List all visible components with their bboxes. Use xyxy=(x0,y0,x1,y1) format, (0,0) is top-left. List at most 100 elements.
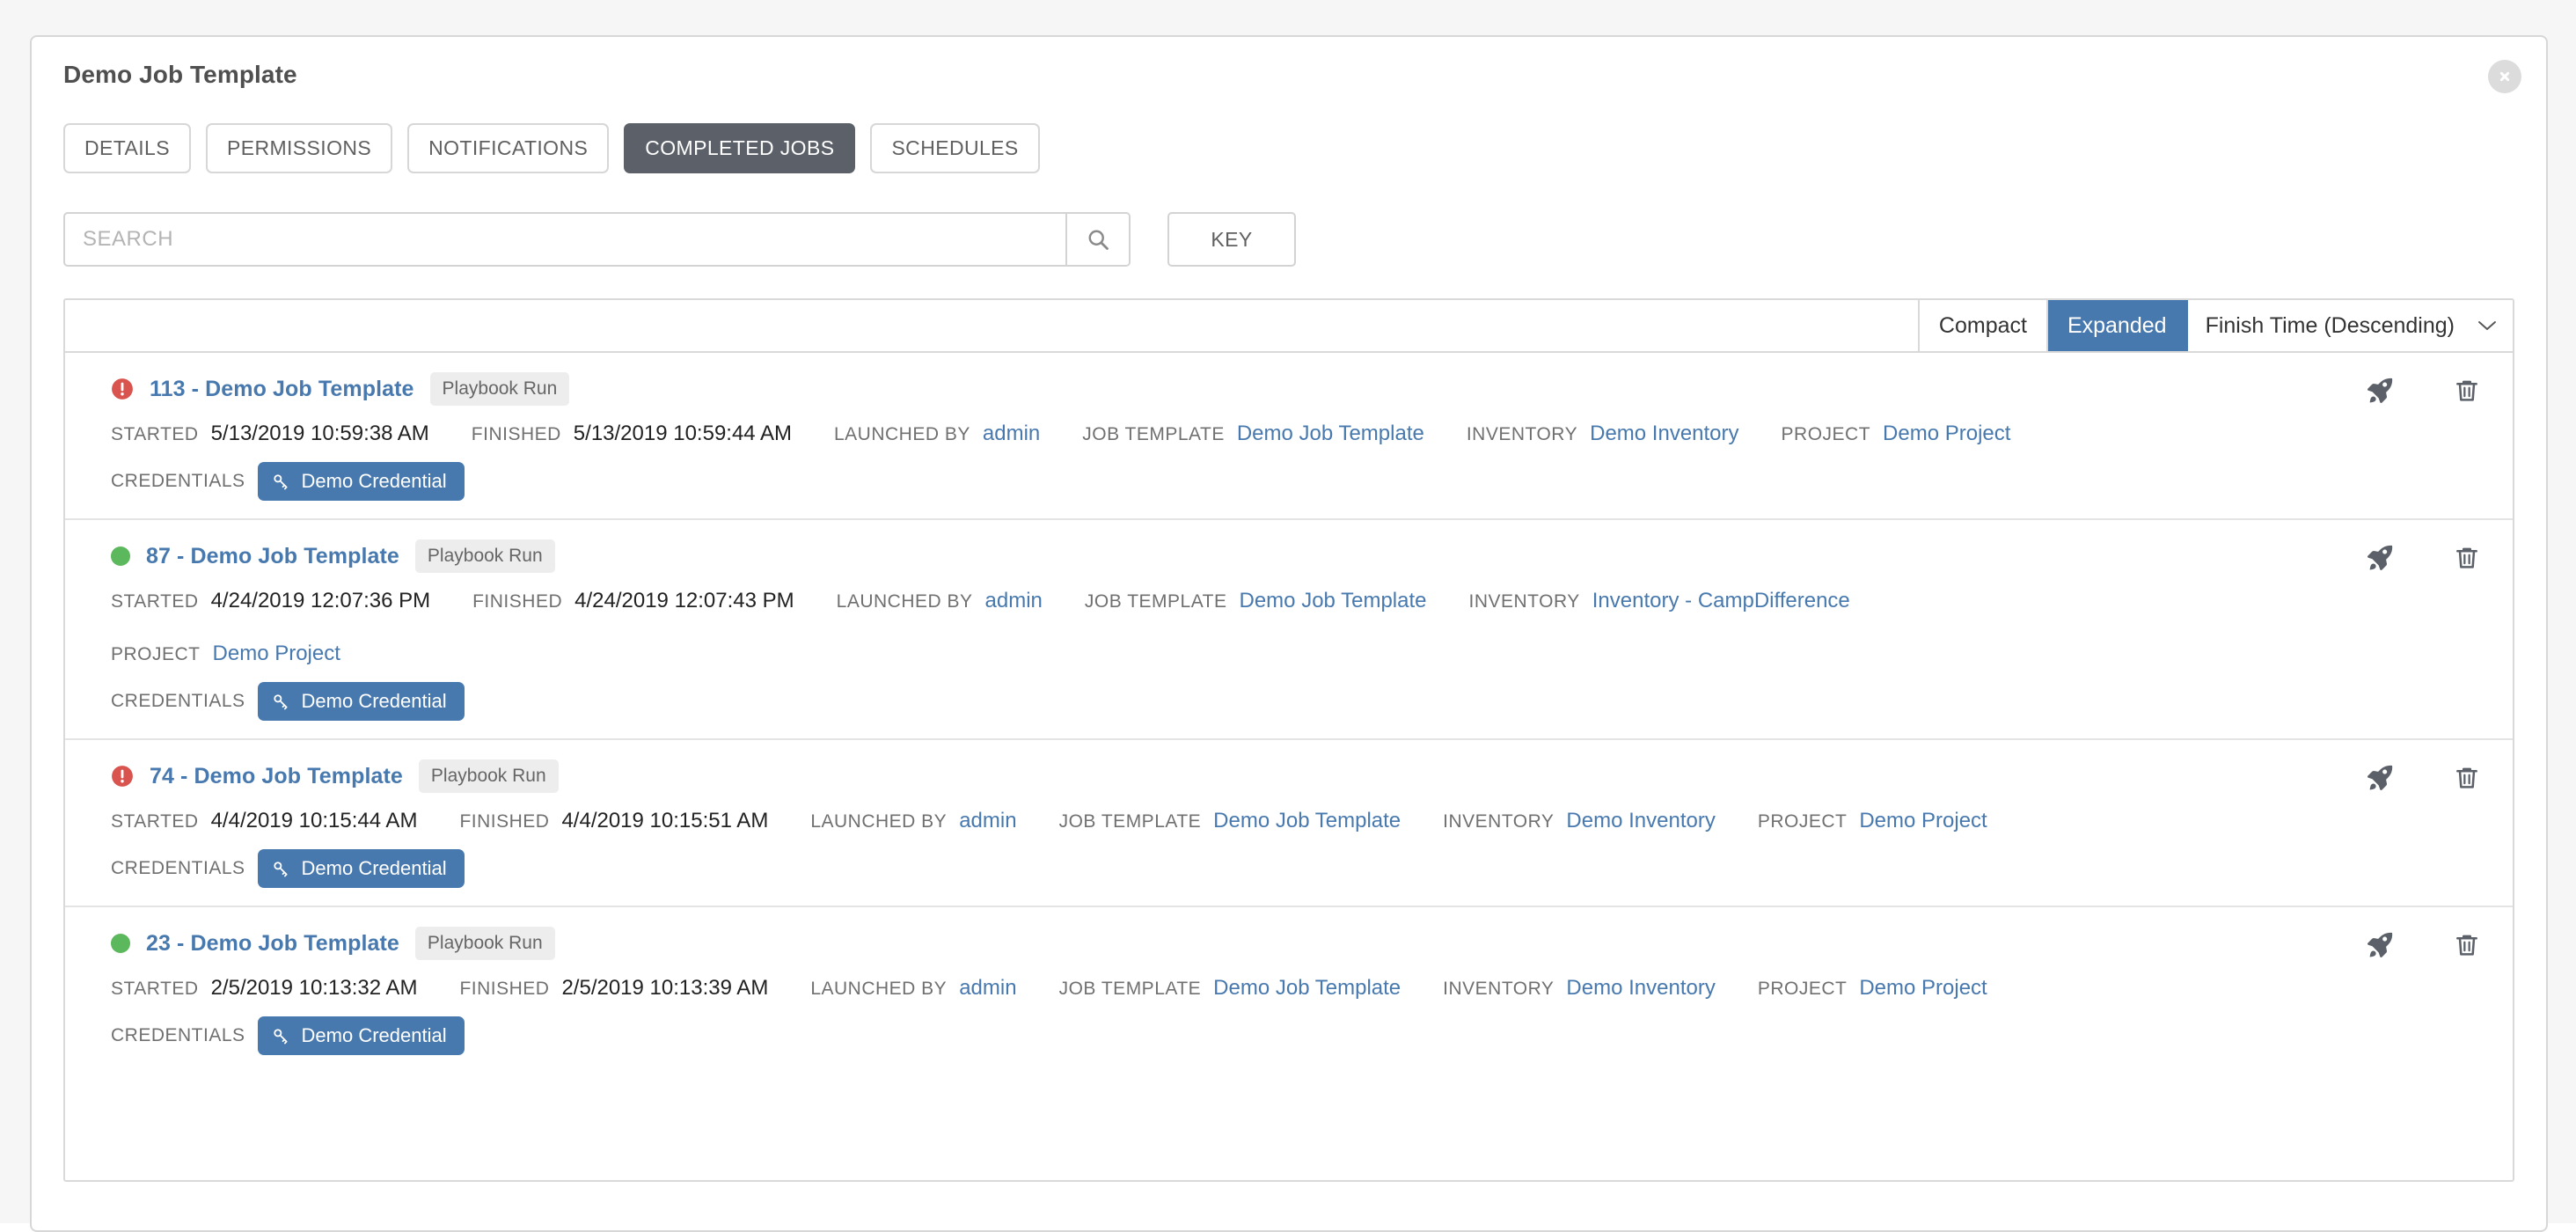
started-pair: STARTED5/13/2019 10:59:38 AM xyxy=(111,422,472,446)
trash-icon[interactable] xyxy=(2453,930,2481,960)
job-type-badge: Playbook Run xyxy=(415,927,555,960)
started-label: STARTED xyxy=(111,424,199,445)
search-input[interactable] xyxy=(65,214,1065,265)
trash-icon[interactable] xyxy=(2453,763,2481,793)
project-pair: PROJECTDemo Project xyxy=(1758,976,2030,1001)
launched-by-link[interactable]: admin xyxy=(985,589,1043,613)
launched-by-label: LAUNCHED BY xyxy=(837,591,973,612)
started-pair: STARTED 4/24/2019 12:07:36 PM xyxy=(111,589,472,613)
status-failed-icon xyxy=(111,765,134,788)
inventory-link[interactable]: Demo Inventory xyxy=(1590,422,1738,446)
job-type-badge: Playbook Run xyxy=(430,372,570,406)
inventory-pair: INVENTORY Demo Inventory xyxy=(1443,976,1758,1001)
finished-label: FINISHED xyxy=(459,811,549,832)
inventory-label: INVENTORY xyxy=(1443,979,1554,1000)
tab-permissions[interactable]: PERMISSIONS xyxy=(206,123,392,173)
sort-dropdown-label: Finish Time (Descending) xyxy=(2206,313,2455,339)
launched-by-link[interactable]: admin xyxy=(959,976,1016,1001)
rocket-icon[interactable] xyxy=(2365,376,2395,406)
job-template-pair: JOB TEMPLATEDemo Job Template xyxy=(1059,809,1444,833)
job-template-label: JOB TEMPLATE xyxy=(1059,979,1202,1000)
finished-label: FINISHED xyxy=(459,979,549,1000)
inventory-pair: INVENTORY Inventory - CampDifference xyxy=(1469,589,1892,613)
row-actions xyxy=(2365,763,2481,793)
launched-by-pair: LAUNCHED BY admin xyxy=(837,589,1085,613)
rocket-icon[interactable] xyxy=(2365,930,2395,960)
launched-by-link[interactable]: admin xyxy=(959,809,1016,833)
credential-badge-label: Demo Credential xyxy=(302,857,447,880)
job-template-link[interactable]: Demo Job Template xyxy=(1213,976,1401,1001)
sort-dropdown[interactable]: Finish Time (Descending) xyxy=(2188,300,2513,351)
key-icon xyxy=(272,1027,289,1045)
job-template-pair: JOB TEMPLATEDemo Job Template xyxy=(1082,422,1467,446)
tab-details[interactable]: DETAILS xyxy=(63,123,191,173)
project-link[interactable]: Demo Project xyxy=(1883,422,2010,446)
search-row: KEY xyxy=(63,212,2514,267)
rocket-icon[interactable] xyxy=(2365,543,2395,573)
tab-notifications[interactable]: NOTIFICATIONS xyxy=(407,123,609,173)
project-link[interactable]: Demo Project xyxy=(1859,809,1987,833)
close-icon[interactable] xyxy=(2488,60,2521,93)
launched-by-pair: LAUNCHED BYadmin xyxy=(810,976,1058,1001)
inventory-label: INVENTORY xyxy=(1467,424,1577,445)
credential-badge[interactable]: Demo Credential xyxy=(258,1016,465,1055)
credential-badge-label: Demo Credential xyxy=(302,470,447,493)
job-name-link[interactable]: 87 - Demo Job Template xyxy=(146,544,399,569)
job-template-link[interactable]: Demo Job Template xyxy=(1237,422,1424,446)
project-link[interactable]: Demo Project xyxy=(213,642,340,666)
tab-bar: DETAILS PERMISSIONS NOTIFICATIONS COMPLETED… xyxy=(63,123,2514,173)
started-label: STARTED xyxy=(111,811,199,832)
started-pair: STARTED2/5/2019 10:13:32 AM xyxy=(111,976,459,1001)
page-title: Demo Job Template xyxy=(63,60,2514,90)
inventory-link[interactable]: Inventory - CampDifference xyxy=(1592,589,1850,613)
inventory-link[interactable]: Demo Inventory xyxy=(1566,976,1715,1001)
key-button[interactable]: KEY xyxy=(1167,212,1296,267)
search-icon[interactable] xyxy=(1065,214,1129,265)
view-mode-compact[interactable]: Compact xyxy=(1920,300,2048,351)
started-label: STARTED xyxy=(111,591,199,612)
credential-badge[interactable]: Demo Credential xyxy=(258,462,465,501)
job-template-pair: JOB TEMPLATE Demo Job Template xyxy=(1059,976,1444,1001)
inventory-label: INVENTORY xyxy=(1469,591,1580,612)
launched-by-link[interactable]: admin xyxy=(983,422,1040,446)
started-value: 4/24/2019 12:07:36 PM xyxy=(211,589,431,613)
job-meta: STARTED5/13/2019 10:59:38 AMFINISHED5/13… xyxy=(65,422,2513,446)
started-value: 2/5/2019 10:13:32 AM xyxy=(211,976,418,1001)
search-field-group xyxy=(63,212,1131,267)
job-type-badge: Playbook Run xyxy=(419,759,559,793)
row-actions xyxy=(2365,376,2481,406)
job-row-header: 87 - Demo Job TemplatePlaybook Run xyxy=(65,539,2513,573)
tab-schedules[interactable]: SCHEDULES xyxy=(870,123,1039,173)
job-template-panel: Demo Job Template DETAILS PERMISSIONS NOTI… xyxy=(30,35,2548,1232)
job-template-link[interactable]: Demo Job Template xyxy=(1213,809,1401,833)
view-mode-expanded[interactable]: Expanded xyxy=(2048,300,2188,351)
tab-completed-jobs[interactable]: COMPLETED JOBS xyxy=(624,123,855,173)
status-successful-icon xyxy=(111,934,130,953)
job-row: 113 - Demo Job Template Playbook Run START… xyxy=(65,353,2513,520)
job-name-link[interactable]: 113 - Demo Job Template xyxy=(150,377,414,402)
job-name-link[interactable]: 74 - Demo Job Template xyxy=(150,764,403,789)
credentials-label: CREDENTIALS xyxy=(111,691,245,712)
inventory-link[interactable]: Demo Inventory xyxy=(1566,809,1715,833)
finished-pair: FINISHED4/24/2019 12:07:43 PM xyxy=(472,589,837,613)
credential-badge-label: Demo Credential xyxy=(302,1024,447,1047)
job-template-label: JOB TEMPLATE xyxy=(1085,591,1227,612)
inventory-pair: INVENTORY Demo Inventory xyxy=(1467,422,1782,446)
finished-value: 4/4/2019 10:15:51 AM xyxy=(561,809,768,833)
view-mode-toggle: Compact Expanded xyxy=(1918,300,2188,351)
rocket-icon[interactable] xyxy=(2365,763,2395,793)
job-template-link[interactable]: Demo Job Template xyxy=(1240,589,1427,613)
credential-badge[interactable]: Demo Credential xyxy=(258,682,465,721)
job-template-pair: JOB TEMPLATE Demo Job Template xyxy=(1085,589,1469,613)
project-label: PROJECT xyxy=(1758,811,1848,832)
job-row: 87 - Demo Job TemplatePlaybook Run STARTE… xyxy=(65,520,2513,740)
row-actions xyxy=(2365,930,2481,960)
credential-badge[interactable]: Demo Credential xyxy=(258,849,465,888)
trash-icon[interactable] xyxy=(2453,376,2481,406)
status-failed-icon xyxy=(111,378,134,400)
trash-icon[interactable] xyxy=(2453,543,2481,573)
project-link[interactable]: Demo Project xyxy=(1859,976,1987,1001)
completed-jobs-list: Compact Expanded Finish Time (Descending… xyxy=(63,298,2514,1182)
job-name-link[interactable]: 23 - Demo Job Template xyxy=(146,931,399,957)
finished-value: 5/13/2019 10:59:44 AM xyxy=(574,422,792,446)
